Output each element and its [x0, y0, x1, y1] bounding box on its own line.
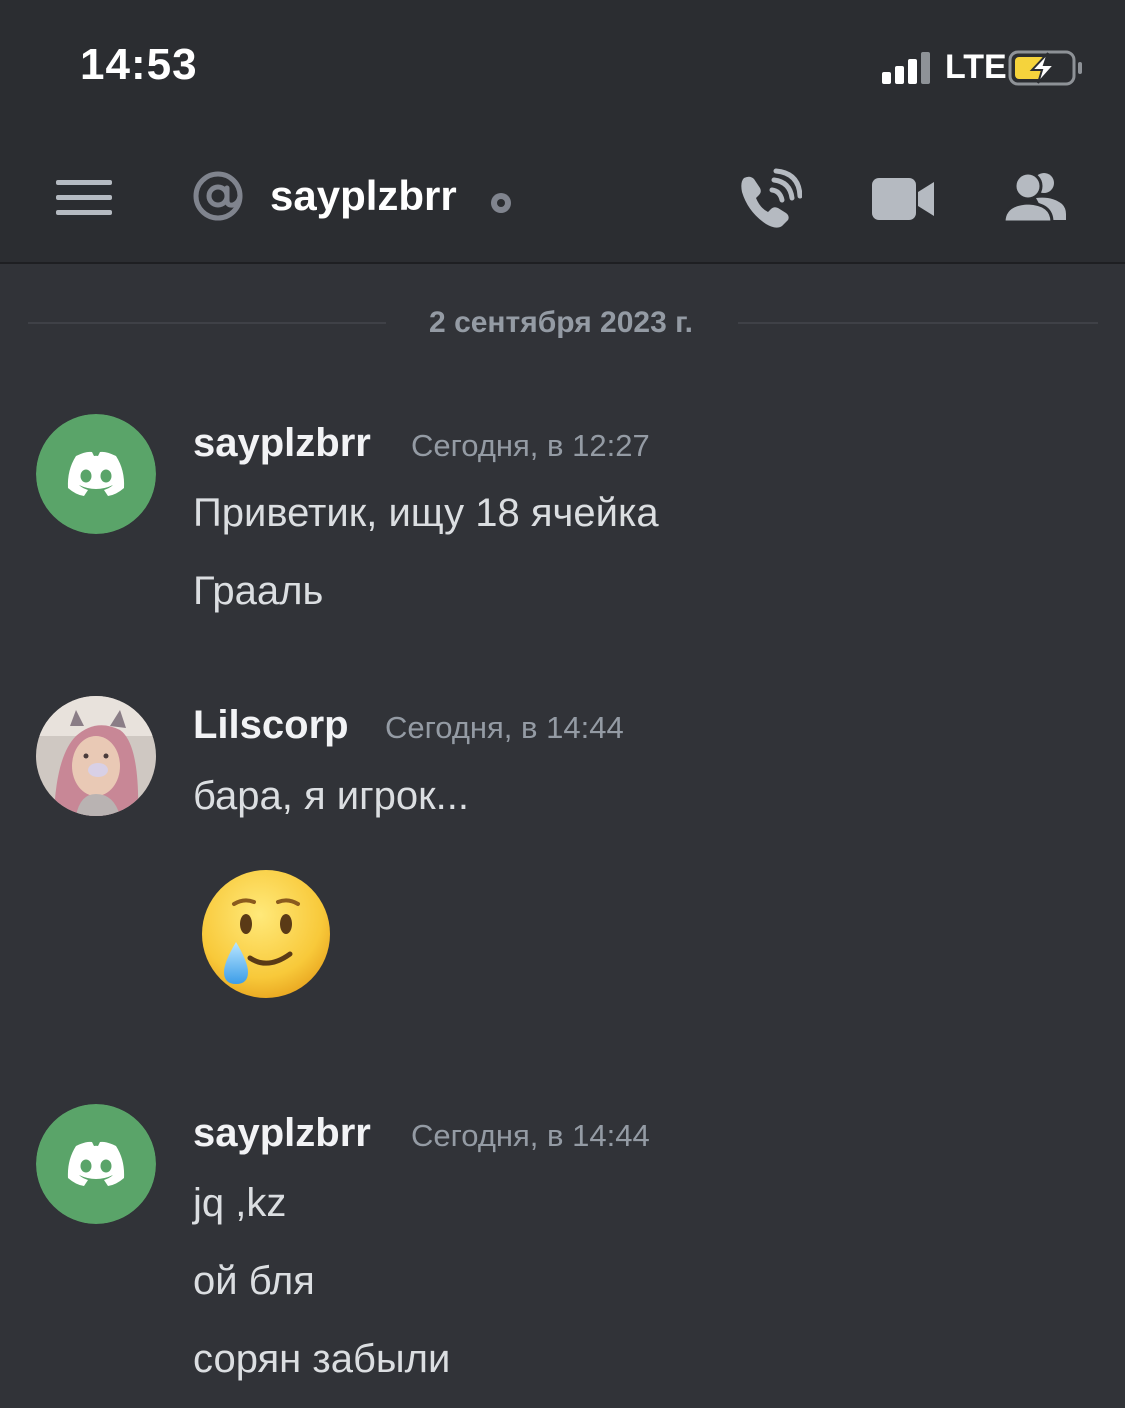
discord-logo-icon [36, 1104, 156, 1224]
message-author[interactable]: Lilscorp [193, 703, 349, 748]
members-icon[interactable] [1002, 168, 1068, 224]
avatar[interactable] [36, 696, 156, 816]
user-photo-avatar [36, 696, 156, 816]
message-author[interactable]: sayplzbrr [193, 421, 371, 466]
message-author[interactable]: sayplzbrr [193, 1111, 371, 1156]
video-call-icon[interactable] [870, 174, 936, 224]
message-text: бара, я игрок... [193, 774, 469, 818]
message-text: jq ,kz [193, 1181, 287, 1225]
message-timestamp: Сегодня, в 14:44 [411, 1118, 650, 1153]
avatar[interactable] [36, 1104, 156, 1224]
battery-charging-icon [1008, 50, 1082, 86]
date-divider-label: 2 сентября 2023 г. [429, 306, 693, 339]
message-text: Приветик, ищу 18 ячейка [193, 491, 659, 535]
dm-username[interactable]: sayplzbrr [270, 172, 457, 220]
status-bar: 14:53 LTE [0, 0, 1125, 130]
message-timestamp: Сегодня, в 12:27 [411, 428, 650, 463]
voice-call-icon[interactable] [736, 168, 802, 230]
avatar[interactable] [36, 414, 156, 534]
hamburger-menu-icon[interactable] [56, 178, 112, 218]
network-label: LTE [945, 48, 1007, 86]
smiling-face-with-tear-icon [202, 870, 330, 998]
offline-status-icon [491, 193, 511, 213]
discord-logo-icon [36, 414, 156, 534]
date-divider-line-left [28, 322, 386, 324]
message-text: ой бля [193, 1259, 315, 1303]
status-time: 14:53 [80, 40, 198, 89]
signal-icon [882, 52, 930, 84]
at-sign-icon [193, 171, 243, 221]
message-text: Грааль [193, 569, 324, 613]
message-timestamp: Сегодня, в 14:44 [385, 710, 624, 745]
channel-header: sayplzbrr [0, 130, 1125, 264]
message-text: сорян забыли [193, 1337, 451, 1381]
date-divider-line-right [738, 322, 1098, 324]
